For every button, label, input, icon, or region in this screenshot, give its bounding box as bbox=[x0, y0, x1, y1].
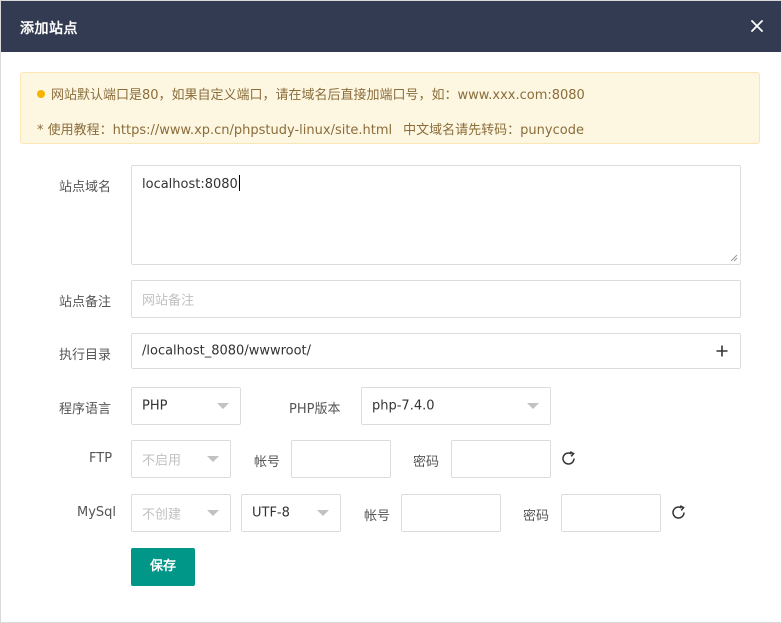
add-site-dialog: 添加站点 网站默认端口是80，如果自定义端口，请在域名后直接加端口号，如：www… bbox=[0, 0, 782, 623]
text-caret bbox=[238, 175, 240, 191]
mysql-account-input[interactable] bbox=[401, 494, 501, 532]
dialog-titlebar: 添加站点 bbox=[1, 1, 781, 52]
mysql-account-label: 帐号 bbox=[364, 509, 391, 524]
ftp-mode-value: 不启用 bbox=[142, 453, 182, 469]
ftp-account-label: 帐号 bbox=[254, 455, 281, 470]
refresh-icon[interactable] bbox=[560, 450, 577, 467]
mysql-password-input[interactable] bbox=[561, 494, 661, 532]
language-select[interactable]: PHP bbox=[131, 387, 241, 425]
mysql-label: MySql bbox=[77, 505, 117, 520]
bullet-dot-icon bbox=[37, 90, 45, 98]
mysql-mode-value: 不创建 bbox=[142, 507, 182, 523]
domain-value: localhost:8080 bbox=[142, 177, 238, 192]
directory-value: /localhost_8080/wwwroot/ bbox=[142, 343, 312, 359]
chevron-down-icon bbox=[217, 403, 229, 409]
remark-label: 站点备注 bbox=[59, 295, 112, 310]
mysql-password-label: 密码 bbox=[523, 509, 550, 524]
ftp-password-input[interactable] bbox=[451, 440, 551, 478]
php-version-label: PHP版本 bbox=[289, 402, 341, 417]
plus-icon[interactable] bbox=[716, 345, 728, 357]
notice-punycode-tip: 中文域名请先转码：punycode bbox=[403, 123, 584, 138]
notice-port-tip: 网站默认端口是80，如果自定义端口，请在域名后直接加端口号，如：www.xxx.… bbox=[51, 88, 585, 103]
php-version-select[interactable]: php-7.4.0 bbox=[361, 387, 551, 425]
language-label: 程序语言 bbox=[59, 402, 112, 417]
chevron-down-icon bbox=[317, 510, 329, 516]
directory-label: 执行目录 bbox=[59, 348, 112, 363]
refresh-icon[interactable] bbox=[670, 504, 687, 521]
close-icon[interactable] bbox=[749, 18, 765, 34]
notice-tutorial-link[interactable]: * 使用教程：https://www.xp.cn/phpstudy-linux/… bbox=[37, 123, 392, 138]
notice-box: 网站默认端口是80，如果自定义端口，请在域名后直接加端口号，如：www.xxx.… bbox=[20, 72, 760, 144]
notice-line-2: * 使用教程：https://www.xp.cn/phpstudy-linux/… bbox=[37, 119, 584, 138]
remark-placeholder: 网站备注 bbox=[142, 293, 195, 309]
domain-label: 站点域名 bbox=[59, 180, 112, 195]
notice-line-1: 网站默认端口是80，如果自定义端口，请在域名后直接加端口号，如：www.xxx.… bbox=[37, 84, 585, 103]
chevron-down-icon bbox=[207, 510, 219, 516]
language-value: PHP bbox=[142, 398, 168, 414]
php-version-value: php-7.4.0 bbox=[372, 398, 435, 414]
chevron-down-icon bbox=[527, 403, 539, 409]
ftp-password-label: 密码 bbox=[413, 455, 440, 470]
save-button[interactable]: 保存 bbox=[131, 548, 195, 586]
remark-input[interactable]: 网站备注 bbox=[131, 280, 741, 318]
mysql-charset-select[interactable]: UTF-8 bbox=[241, 494, 341, 532]
mysql-charset-value: UTF-8 bbox=[252, 505, 290, 521]
resize-handle-icon[interactable] bbox=[730, 254, 738, 262]
ftp-label: FTP bbox=[89, 451, 113, 466]
directory-input[interactable]: /localhost_8080/wwwroot/ bbox=[131, 333, 741, 369]
ftp-mode-select[interactable]: 不启用 bbox=[131, 440, 231, 478]
mysql-mode-select[interactable]: 不创建 bbox=[131, 494, 231, 532]
chevron-down-icon bbox=[207, 456, 219, 462]
domain-textarea[interactable]: localhost:8080 bbox=[131, 165, 741, 265]
ftp-account-input[interactable] bbox=[291, 440, 391, 478]
dialog-title: 添加站点 bbox=[20, 21, 78, 37]
